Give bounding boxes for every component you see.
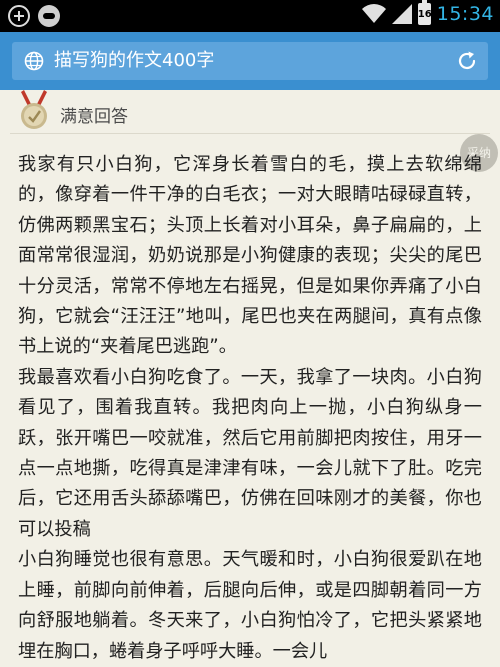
search-bar[interactable]: 描写狗的作文400字	[12, 42, 488, 80]
medal-icon	[21, 90, 47, 129]
battery-level: 16	[417, 9, 432, 20]
paragraph: 我家有只小白狗，它浑身长着雪白的毛，摸上去软绵绵的，像穿着一件干净的白毛衣；一对…	[18, 154, 482, 358]
status-bar: 16 15:34	[0, 0, 500, 32]
cloud-icon	[38, 5, 60, 27]
battery-icon: 16	[417, 0, 432, 25]
globe-icon	[24, 51, 44, 71]
plus-circle-icon	[8, 5, 30, 27]
signal-icon	[391, 4, 412, 24]
app-header: 描写狗的作文400字	[0, 32, 500, 90]
search-query[interactable]: 描写狗的作文400字	[54, 42, 214, 80]
paragraph: 我最喜欢看小白狗吃食了。一天，我拿了一块肉。小白狗看见了，围着我直转。我把肉向上…	[18, 366, 482, 540]
answer-header: 满意回答	[0, 90, 500, 132]
refresh-icon[interactable]	[456, 50, 478, 72]
divider	[10, 133, 490, 134]
answer-content: 我家有只小白狗，它浑身长着雪白的毛，摸上去软绵绵的，像穿着一件干净的白毛衣；一对…	[18, 150, 482, 667]
wifi-icon	[361, 4, 386, 24]
paragraph: 小白狗睡觉也很有意思。天气暖和时，小白狗很爱趴在地上睡，前脚向前伸着，后腿向后伸…	[18, 549, 482, 662]
clock: 15:34	[436, 3, 494, 25]
answer-label: 满意回答	[60, 107, 128, 127]
notification-icons	[8, 5, 60, 27]
system-icons: 16 15:34	[361, 0, 494, 25]
